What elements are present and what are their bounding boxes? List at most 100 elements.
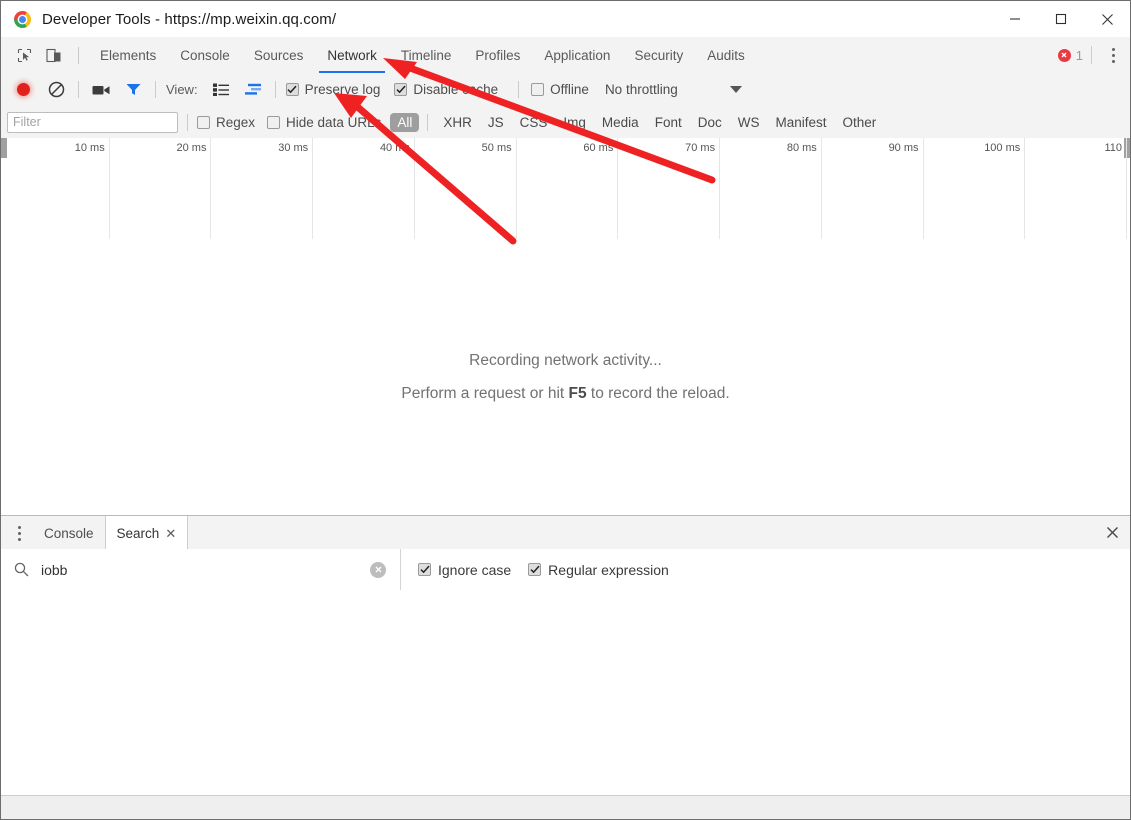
drawer-tab-label: Search bbox=[116, 526, 160, 541]
status-bar bbox=[1, 795, 1130, 819]
chrome-logo-icon bbox=[14, 10, 31, 28]
checkbox-box bbox=[285, 83, 299, 96]
tab-sources[interactable]: Sources bbox=[242, 37, 316, 73]
close-icon[interactable] bbox=[1084, 1, 1130, 37]
filter-type-font[interactable]: Font bbox=[648, 113, 689, 132]
drawer-tab-console[interactable]: Console bbox=[33, 516, 105, 550]
tab-profiles[interactable]: Profiles bbox=[463, 37, 532, 73]
regular-expression-checkbox[interactable]: Regular expression bbox=[528, 562, 669, 578]
disable-cache-checkbox[interactable]: Disable cache bbox=[394, 82, 498, 97]
overview-tick-label: 30 ms bbox=[278, 142, 309, 154]
divider bbox=[518, 81, 520, 98]
throttling-select-value[interactable]: No throttling bbox=[605, 82, 678, 97]
offline-label: Offline bbox=[550, 82, 589, 97]
tab-label: Console bbox=[180, 47, 230, 63]
title-bar: Developer Tools - https://mp.weixin.qq.c… bbox=[1, 1, 1130, 37]
overview-tick-label: 20 ms bbox=[176, 142, 207, 154]
filter-type-doc[interactable]: Doc bbox=[691, 113, 729, 132]
kebab-menu-icon[interactable] bbox=[5, 516, 33, 550]
overview-gridline bbox=[210, 138, 212, 239]
overview-tick-label: 110 bbox=[1104, 142, 1122, 154]
overview-left-handle[interactable] bbox=[1, 138, 7, 158]
search-magnifier-icon bbox=[14, 562, 29, 577]
clear-input-icon[interactable] bbox=[370, 561, 386, 578]
waterfall-view-icon[interactable] bbox=[237, 77, 269, 103]
maximize-icon[interactable] bbox=[1038, 1, 1084, 37]
filter-type-ws[interactable]: WS bbox=[731, 113, 767, 132]
kebab-menu-icon[interactable] bbox=[1100, 42, 1126, 68]
recording-message: Recording network activity... bbox=[469, 351, 662, 369]
message-prefix: Perform a request or hit bbox=[401, 384, 569, 402]
list-view-icon[interactable] bbox=[205, 77, 237, 103]
camera-icon[interactable] bbox=[85, 77, 117, 103]
overview-tick-label: 60 ms bbox=[583, 142, 614, 154]
filter-type-media[interactable]: Media bbox=[595, 113, 646, 132]
overview-gridline bbox=[312, 138, 314, 239]
filter-type-manifest[interactable]: Manifest bbox=[768, 113, 833, 132]
minimize-icon[interactable] bbox=[992, 1, 1038, 37]
panel-tabs: Elements Console Sources Network Timelin… bbox=[88, 37, 757, 73]
filter-type-img[interactable]: Img bbox=[556, 113, 593, 132]
funnel-filter-icon[interactable] bbox=[117, 77, 149, 103]
divider bbox=[155, 81, 156, 98]
tab-label: Audits bbox=[707, 47, 745, 63]
tab-elements[interactable]: Elements bbox=[88, 37, 168, 73]
toolbar-divider bbox=[78, 46, 79, 64]
overview-gridline bbox=[108, 138, 110, 239]
overview-gridline bbox=[617, 138, 619, 239]
divider bbox=[78, 81, 79, 98]
device-toolbar-icon[interactable] bbox=[39, 42, 69, 68]
drawer-tab-search[interactable]: Search ✕ bbox=[104, 516, 189, 551]
overview-gridline bbox=[413, 138, 415, 239]
hide-data-urls-label: Hide data URLs bbox=[286, 114, 382, 130]
devtools-tab-bar: Elements Console Sources Network Timelin… bbox=[1, 37, 1130, 74]
perform-request-message: Perform a request or hit F5 to record th… bbox=[401, 385, 729, 403]
tab-security[interactable]: Security bbox=[622, 37, 695, 73]
record-button-icon[interactable] bbox=[6, 77, 40, 103]
tab-application[interactable]: Application bbox=[532, 37, 622, 73]
overview-tick-label: 70 ms bbox=[685, 142, 716, 154]
error-circle-icon bbox=[1057, 48, 1071, 62]
network-timeline-overview[interactable]: 10 ms 20 ms 30 ms 40 ms 50 ms 60 ms 70 ms 80 ms… bbox=[1, 138, 1130, 240]
drawer-tab-bar: Console Search ✕ bbox=[1, 515, 1130, 551]
checkbox-box bbox=[394, 83, 408, 96]
overview-gridline bbox=[1024, 138, 1026, 239]
search-input[interactable] bbox=[39, 560, 363, 579]
error-badge[interactable]: 1 bbox=[1057, 48, 1083, 63]
network-toolbar: View: Preserve log Disable cache Offline… bbox=[1, 73, 1130, 107]
overview-tick-label: 90 ms bbox=[888, 142, 919, 154]
offline-checkbox[interactable]: Offline bbox=[531, 82, 589, 97]
overview-tick-label: 50 ms bbox=[481, 142, 512, 154]
filter-type-xhr[interactable]: XHR bbox=[436, 113, 479, 132]
close-drawer-icon[interactable] bbox=[1094, 515, 1130, 549]
tab-console[interactable]: Console bbox=[168, 37, 242, 73]
checkbox-box bbox=[531, 83, 545, 96]
hide-data-urls-checkbox[interactable]: Hide data URLs bbox=[267, 115, 381, 130]
filter-type-css[interactable]: CSS bbox=[513, 113, 555, 132]
checkbox-box bbox=[197, 115, 210, 129]
search-field[interactable] bbox=[1, 549, 401, 590]
tab-network[interactable]: Network bbox=[315, 37, 389, 73]
filter-input[interactable] bbox=[7, 111, 178, 133]
inspect-element-icon[interactable] bbox=[9, 42, 39, 68]
tab-audits[interactable]: Audits bbox=[695, 37, 757, 73]
window-title: Developer Tools - https://mp.weixin.qq.c… bbox=[42, 10, 337, 28]
filter-type-all[interactable]: All bbox=[390, 112, 420, 132]
close-tab-icon[interactable]: ✕ bbox=[165, 527, 176, 540]
drawer-tab-label: Console bbox=[44, 525, 94, 541]
filter-type-js[interactable]: JS bbox=[481, 113, 511, 132]
tab-label: Security bbox=[634, 47, 684, 63]
tab-label: Sources bbox=[253, 47, 304, 63]
clear-prohibited-icon[interactable] bbox=[40, 77, 72, 103]
chevron-down-icon[interactable] bbox=[729, 86, 742, 93]
tab-timeline[interactable]: Timeline bbox=[389, 37, 464, 73]
network-empty-state: Recording network activity... Perform a … bbox=[1, 239, 1130, 515]
preserve-log-checkbox[interactable]: Preserve log bbox=[285, 82, 380, 97]
checkbox-box bbox=[528, 563, 542, 576]
filter-type-other[interactable]: Other bbox=[836, 113, 884, 132]
regex-label: Regex bbox=[216, 114, 256, 130]
window-controls bbox=[992, 1, 1130, 37]
ignore-case-checkbox[interactable]: Ignore case bbox=[418, 562, 511, 578]
overview-gridline bbox=[719, 138, 721, 239]
regex-checkbox[interactable]: Regex bbox=[197, 115, 255, 130]
